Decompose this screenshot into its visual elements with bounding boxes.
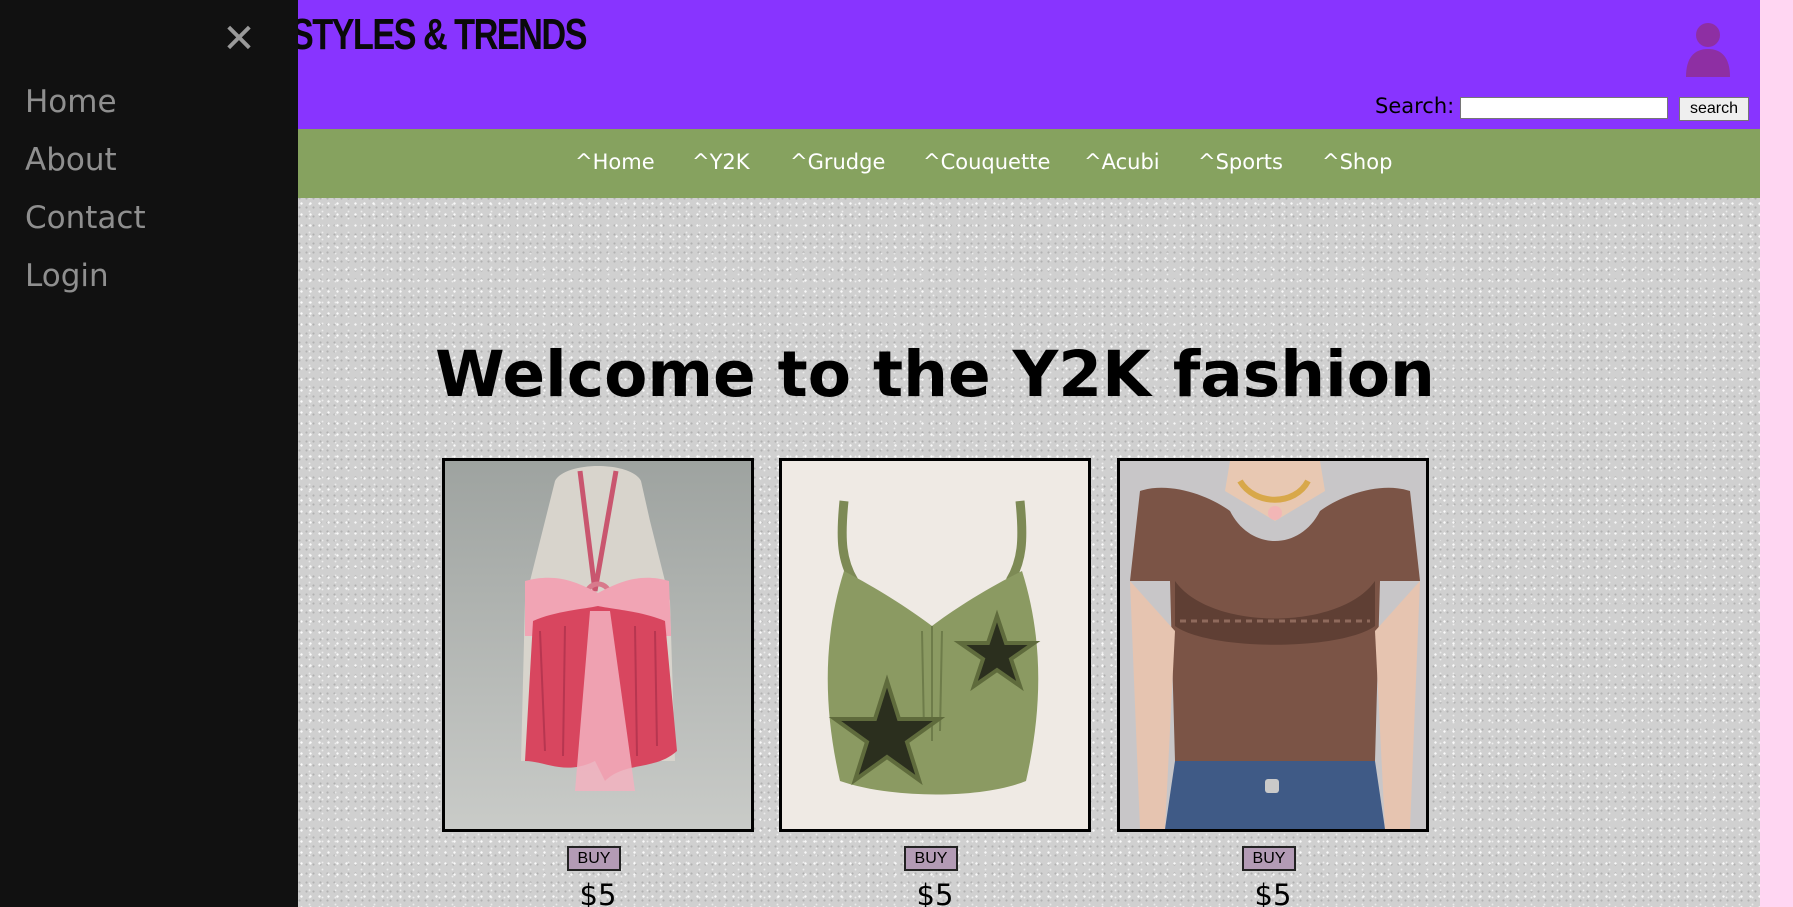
search-button[interactable]: search [1679,97,1749,121]
buy-button[interactable]: BUY [904,846,958,871]
buy-button[interactable]: BUY [1242,846,1296,871]
nav-item-acubi[interactable]: ^Acubi [1084,150,1160,174]
sidebar-item-contact[interactable]: Contact [25,200,146,236]
user-icon[interactable] [1684,22,1732,78]
product-image-brown-lace-top[interactable] [1117,458,1429,832]
sidebar-item-home[interactable]: Home [25,84,117,120]
product-price: $5 [579,878,617,907]
nav-item-couquette[interactable]: ^Couquette [923,150,1050,174]
search-label: Search: [1375,94,1455,118]
product-image-pink-halter-top[interactable] [442,458,754,832]
nav-item-sports[interactable]: ^Sports [1198,150,1283,174]
nav-item-shop[interactable]: ^Shop [1322,150,1392,174]
search-input[interactable] [1460,97,1668,119]
product-price: $5 [916,878,954,907]
buy-button[interactable]: BUY [567,846,621,871]
close-icon[interactable]: ✕ [222,17,256,61]
nav-item-grudge[interactable]: ^Grudge [790,150,885,174]
nav-item-home[interactable]: ^Home [575,150,655,174]
sidebar-item-about[interactable]: About [25,142,117,178]
sidebar: ✕ Home About Contact Login [0,0,298,907]
product-image-green-star-camisole[interactable] [779,458,1091,832]
product-price: $5 [1254,878,1292,907]
nav-item-y2k[interactable]: ^Y2K [692,150,750,174]
sidebar-item-login[interactable]: Login [25,258,109,294]
